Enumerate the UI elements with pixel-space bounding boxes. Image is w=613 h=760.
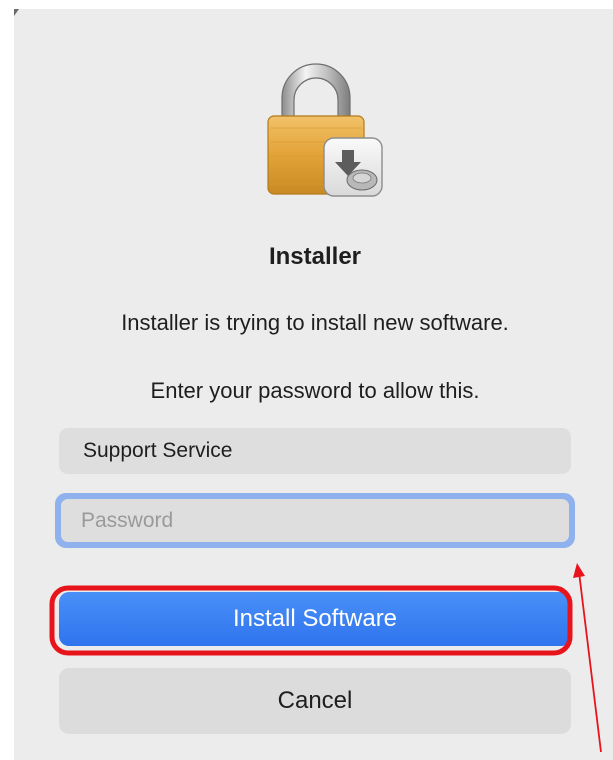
window-corner bbox=[14, 9, 19, 16]
dialog-prompt: Enter your password to allow this. bbox=[150, 378, 480, 403]
installer-lock-icon bbox=[262, 58, 390, 198]
password-input[interactable] bbox=[61, 499, 569, 542]
cancel-button[interactable]: Cancel bbox=[59, 668, 571, 734]
username-field[interactable]: Support Service bbox=[59, 428, 571, 474]
password-field-frame bbox=[55, 493, 575, 548]
install-software-button[interactable]: Install Software bbox=[59, 592, 571, 646]
dialog-title: Installer bbox=[268, 243, 362, 270]
dialog-message: Installer is trying to install new softw… bbox=[121, 310, 509, 335]
